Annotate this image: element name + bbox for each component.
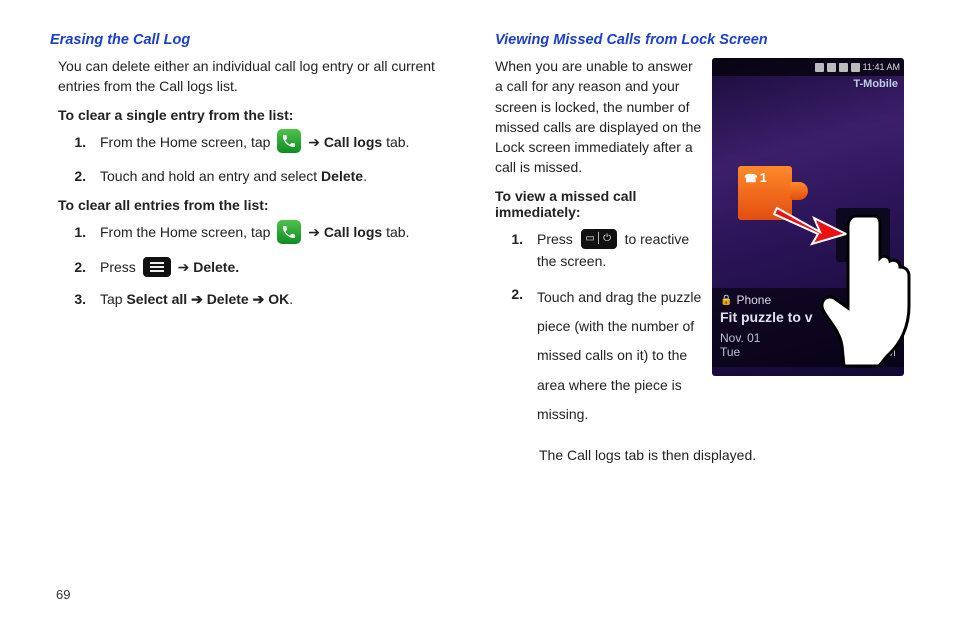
- bold-text: OK: [268, 291, 289, 307]
- intro-text: You can delete either an individual call…: [58, 56, 459, 97]
- left-column: Erasing the Call Log You can delete eith…: [50, 32, 459, 466]
- step-number: 2.: [70, 165, 86, 187]
- right-content-row: When you are unable to answer a call for…: [495, 56, 904, 440]
- page-columns: Erasing the Call Log You can delete eith…: [50, 32, 904, 466]
- step-number: 1.: [70, 131, 86, 153]
- arrow-glyph: ➔: [308, 134, 320, 150]
- step-number: 3.: [70, 288, 86, 310]
- text-fragment: tab.: [386, 134, 409, 150]
- bold-text: Select all: [126, 291, 187, 307]
- step-body: Press ▭│⏻ to reactive the screen.: [537, 228, 702, 273]
- step-body: Press ➔ Delete.: [100, 256, 459, 278]
- power-lock-icon: ▭│⏻: [581, 229, 617, 249]
- status-time: 11:41 AM: [863, 62, 900, 72]
- steps-view-missed: 1. Press ▭│⏻ to reactive the screen. 2. …: [507, 228, 702, 430]
- list-item: 2. Touch and drag the puzzle piece (with…: [507, 283, 702, 430]
- phone-icon: [277, 129, 301, 153]
- arrow-glyph: ➔: [178, 259, 190, 275]
- bold-text: Call logs: [324, 224, 382, 240]
- text-fragment: Touch and hold an entry and select: [100, 168, 321, 184]
- lock-screen-figure: 11:41 AM T-Mobile 1 🔒 Phone: [712, 58, 904, 378]
- list-item: 2. Touch and hold an entry and select De…: [70, 165, 459, 187]
- step-body: From the Home screen, tap ➔ Call logs ta…: [100, 131, 459, 155]
- list-item: 3. Tap Select all ➔ Delete ➔ OK.: [70, 288, 459, 310]
- steps-clear-single: 1. From the Home screen, tap ➔ Call logs…: [70, 131, 459, 188]
- steps-clear-all: 1. From the Home screen, tap ➔ Call logs…: [70, 221, 459, 310]
- battery-icon: [851, 63, 860, 72]
- right-column: Viewing Missed Calls from Lock Screen Wh…: [495, 32, 904, 466]
- step-number: 2.: [507, 283, 523, 305]
- list-item: 2. Press ➔ Delete.: [70, 256, 459, 278]
- arrow-glyph: ➔: [253, 291, 269, 307]
- text-fragment: .: [289, 291, 293, 307]
- bold-text: Delete.: [193, 259, 239, 275]
- text-fragment: tab.: [386, 224, 409, 240]
- text-fragment: .: [363, 168, 367, 184]
- right-text-block: When you are unable to answer a call for…: [495, 56, 702, 440]
- closing-text: The Call logs tab is then displayed.: [539, 444, 904, 466]
- subheading-view-missed: To view a missed call immediately:: [495, 188, 702, 220]
- puzzle-target-slot: [836, 208, 890, 262]
- lock-info-strip: 🔒 Phone vent Fit puzzle to v Nov. 01Tue …: [712, 288, 904, 367]
- subheading-clear-single: To clear a single entry from the list:: [58, 107, 459, 123]
- step-number: 2.: [70, 256, 86, 278]
- text-fragment: Press: [537, 231, 577, 247]
- status-icon: [827, 63, 836, 72]
- heading-viewing-missed: Viewing Missed Calls from Lock Screen: [495, 32, 904, 48]
- missed-call-puzzle-piece: 1: [738, 166, 792, 220]
- date-month-day: Nov. 01: [720, 331, 760, 345]
- bold-text: Delete: [207, 291, 249, 307]
- subheading-clear-all: To clear all entries from the list:: [58, 197, 459, 213]
- lock-icon: 🔒: [720, 295, 732, 306]
- text-fragment: Tap: [100, 291, 126, 307]
- step-number: 1.: [70, 221, 86, 243]
- lock-label: Phone: [736, 293, 771, 307]
- missed-count-badge: 1: [744, 170, 767, 185]
- fit-puzzle-text: Fit puzzle to v: [720, 309, 896, 325]
- step-number: 1.: [507, 228, 523, 250]
- list-item: 1. From the Home screen, tap ➔ Call logs…: [70, 221, 459, 245]
- list-item: 1. From the Home screen, tap ➔ Call logs…: [70, 131, 459, 155]
- status-icon: [815, 63, 824, 72]
- heading-erasing-call-log: Erasing the Call Log: [50, 32, 459, 48]
- step-body: Touch and hold an entry and select Delet…: [100, 165, 459, 187]
- text-fragment: From the Home screen, tap: [100, 134, 274, 150]
- list-item: 1. Press ▭│⏻ to reactive the screen.: [507, 228, 702, 273]
- phone-icon: [277, 220, 301, 244]
- page-number: 69: [56, 587, 70, 602]
- arrow-glyph: ➔: [308, 224, 320, 240]
- ampm-label: AM: [878, 345, 896, 359]
- signal-icon: [839, 63, 848, 72]
- phone-screen: 11:41 AM T-Mobile 1 🔒 Phone: [712, 58, 904, 376]
- bold-text: Call logs: [324, 134, 382, 150]
- step-body: Touch and drag the puzzle piece (with th…: [537, 283, 702, 430]
- carrier-label: T-Mobile: [853, 78, 898, 90]
- step-body: From the Home screen, tap ➔ Call logs ta…: [100, 221, 459, 245]
- status-bar: 11:41 AM: [712, 58, 904, 76]
- arrow-glyph: ➔: [191, 291, 207, 307]
- intro-text: When you are unable to answer a call for…: [495, 56, 702, 178]
- event-suffix: vent: [873, 293, 896, 307]
- text-fragment: From the Home screen, tap: [100, 224, 274, 240]
- text-fragment: Press: [100, 259, 140, 275]
- menu-icon: [143, 257, 171, 277]
- step-body: Tap Select all ➔ Delete ➔ OK.: [100, 288, 459, 310]
- bold-text: Delete: [321, 168, 363, 184]
- date-weekday: Tue: [720, 345, 740, 359]
- date-line: Nov. 01Tue AM: [720, 331, 896, 359]
- lock-hint-line: 🔒 Phone vent: [720, 293, 896, 307]
